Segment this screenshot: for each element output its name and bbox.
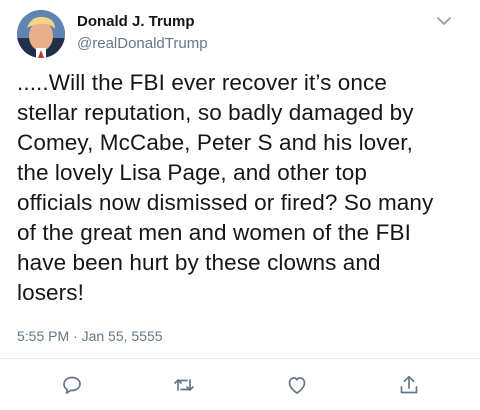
tweet-text: .....Will the FBI ever recover it’s once… <box>17 70 434 305</box>
author-name[interactable]: Donald J. Trump <box>77 13 208 31</box>
divider <box>0 358 480 359</box>
like-icon[interactable] <box>285 373 309 397</box>
share-icon[interactable] <box>397 373 421 397</box>
avatar-image <box>17 10 65 58</box>
author-block: Donald J. Trump @realDonaldTrump <box>77 13 208 53</box>
avatar[interactable] <box>17 10 65 58</box>
tweet-timestamp[interactable]: 5:55 PM · Jan 55, 5555 <box>17 327 163 345</box>
chevron-down-icon[interactable] <box>435 12 453 30</box>
reply-icon[interactable] <box>60 373 84 397</box>
action-bar <box>0 370 480 400</box>
author-handle[interactable]: @realDonaldTrump <box>77 35 208 53</box>
retweet-icon[interactable] <box>172 373 196 397</box>
tweet-card: Donald J. Trump @realDonaldTrump .....Wi… <box>0 0 480 410</box>
